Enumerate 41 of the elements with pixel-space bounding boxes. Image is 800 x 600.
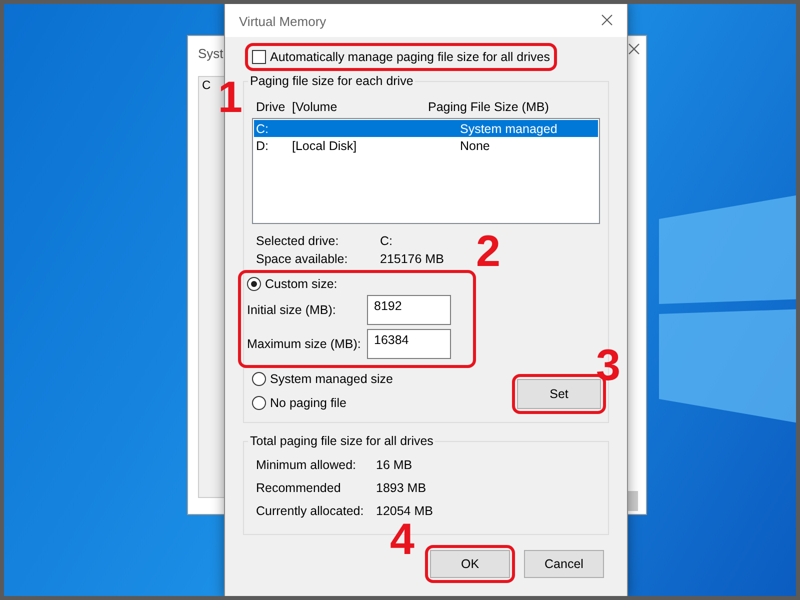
radio-label[interactable]: System managed size <box>270 372 393 386</box>
radio-button[interactable] <box>252 372 266 386</box>
tab[interactable]: C <box>202 78 211 92</box>
info-label: Selected drive: <box>256 234 340 248</box>
drive-row[interactable]: C: System managed <box>254 120 598 137</box>
checkbox-label[interactable]: Automatically manage paging file size for all drives <box>270 50 550 64</box>
info-value: 12054 MB <box>376 504 434 518</box>
close-icon[interactable] <box>628 43 640 55</box>
info-label: Currently allocated: <box>256 504 365 518</box>
radio-label[interactable]: No paging file <box>270 396 346 410</box>
close-button[interactable] <box>599 12 615 28</box>
radio-button[interactable] <box>247 277 261 291</box>
info-label: Recommended <box>256 481 342 495</box>
info-value: C: <box>380 234 394 248</box>
step-number: 1 <box>218 76 242 120</box>
dialog-button[interactable]: OK <box>430 550 510 578</box>
drive-row[interactable]: D: [Local Disk] None <box>254 137 598 154</box>
column-header: [Volume <box>292 100 338 114</box>
step-number: 2 <box>476 230 500 274</box>
checkbox[interactable] <box>252 50 266 64</box>
group-title: Paging file size for each drive <box>248 74 416 88</box>
window-title: Virtual Memory <box>239 12 326 28</box>
window-title: Syst <box>198 46 224 61</box>
step-number: 4 <box>390 518 414 562</box>
set-button[interactable]: Set <box>517 379 601 409</box>
info-value: 16 MB <box>376 458 414 472</box>
close-icon <box>601 14 613 26</box>
field-label: Initial size (MB): <box>247 303 337 317</box>
dialog-button[interactable]: Cancel <box>524 550 604 578</box>
radio-button[interactable] <box>252 396 266 410</box>
info-value: 215176 MB <box>380 252 445 266</box>
column-header: Drive <box>256 100 286 114</box>
size-input[interactable]: 16384 <box>367 329 451 359</box>
radio-label[interactable]: Custom size: <box>265 277 338 291</box>
info-label: Minimum allowed: <box>256 458 358 472</box>
field-label: Maximum size (MB): <box>247 337 362 351</box>
group-title: Total paging file size for all drives <box>248 434 436 448</box>
info-label: Space available: <box>256 252 349 266</box>
info-value: 1893 MB <box>376 481 428 495</box>
size-input[interactable]: 8192 <box>367 295 451 325</box>
column-header: Paging File Size (MB) <box>428 100 550 114</box>
